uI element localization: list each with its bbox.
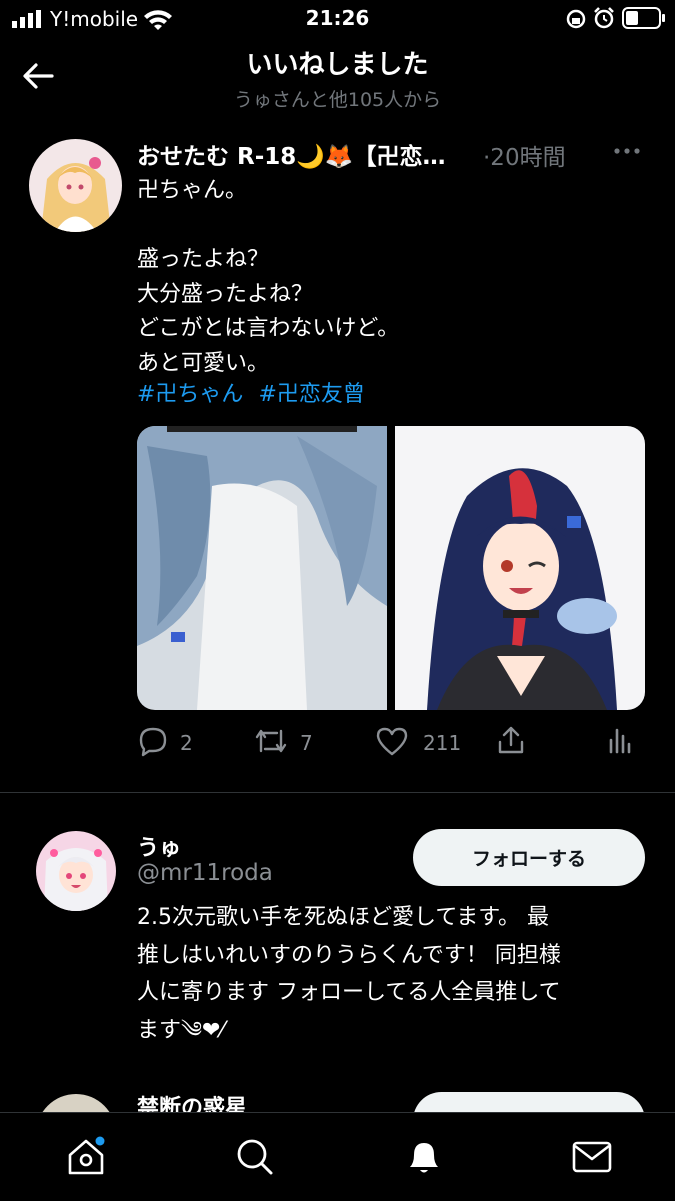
share-icon[interactable] bbox=[495, 724, 527, 756]
tweet-author-avatar[interactable] bbox=[29, 139, 122, 232]
user-bio: 2.5次元歌い手を死ぬほど愛してます。 最 推しはいれいすのりうらくんです！ 同… bbox=[137, 899, 637, 1049]
like-count: 211 bbox=[423, 731, 462, 755]
tweet-media[interactable] bbox=[137, 426, 645, 710]
media-photos[interactable] bbox=[137, 426, 645, 710]
bio-line: 推しはいれいすのりうらくんです！ 同担様 bbox=[137, 942, 561, 968]
page-subtitle: うゅさんと他105人から bbox=[233, 89, 442, 111]
status-bar: Y!mobile 21:26 bbox=[0, 0, 675, 38]
tweet-author-name[interactable]: おせたむ R-18🌙🦊【卍恋… bbox=[137, 137, 446, 171]
hashtag-link[interactable]: #卍恋友曾 bbox=[258, 382, 364, 407]
tweet-line bbox=[137, 209, 637, 244]
bottom-tab-bar bbox=[0, 1112, 675, 1201]
messages-icon[interactable] bbox=[570, 1137, 614, 1177]
analytics-icon[interactable] bbox=[606, 724, 634, 756]
retweet-icon[interactable] bbox=[253, 725, 289, 757]
notifications-icon[interactable] bbox=[402, 1135, 446, 1179]
rotation-lock-icon bbox=[566, 9, 586, 29]
more-options-icon[interactable] bbox=[612, 140, 642, 162]
tweet-timestamp: ·20時間 bbox=[483, 145, 566, 171]
user-handle: @mr11roda bbox=[137, 860, 273, 886]
tweet-line: どこがとは言わないけど。 bbox=[137, 316, 400, 342]
tweet-line: 盛ったよね？ bbox=[137, 247, 270, 273]
alarm-icon bbox=[594, 7, 614, 29]
home-icon[interactable] bbox=[64, 1135, 108, 1179]
retweet-count: 7 bbox=[300, 731, 313, 755]
bio-line: 2.5次元歌い手を死ぬほど愛してます。 最 bbox=[137, 905, 550, 930]
search-icon[interactable] bbox=[233, 1135, 277, 1179]
reply-count: 2 bbox=[180, 731, 193, 755]
page-title: いいねしました bbox=[246, 50, 429, 80]
divider bbox=[0, 792, 675, 793]
tweet-hashtags: #卍ちゃん #卍恋友曾 bbox=[137, 376, 373, 408]
bio-line: 人に寄ります フォローしてる人全員推して bbox=[137, 980, 561, 1005]
tweet-line: 大分盛ったよね？ bbox=[137, 281, 314, 307]
reply-icon[interactable] bbox=[137, 725, 169, 757]
tweet-line: 卍ちゃん。 bbox=[137, 178, 248, 203]
like-icon[interactable] bbox=[375, 726, 409, 756]
user-avatar[interactable] bbox=[36, 831, 116, 911]
user-name[interactable]: うゅ bbox=[137, 830, 181, 862]
tweet-text: 卍ちゃん。 盛ったよね？ 大分盛ったよね？ どこがとは言わないけど。 あと可愛い… bbox=[137, 174, 637, 382]
follow-button[interactable]: フォローする bbox=[413, 829, 645, 886]
battery-icon bbox=[622, 7, 665, 29]
bio-line: ます༄❤︎⁄ bbox=[137, 1017, 225, 1043]
hashtag-link[interactable]: #卍ちゃん bbox=[137, 382, 243, 407]
